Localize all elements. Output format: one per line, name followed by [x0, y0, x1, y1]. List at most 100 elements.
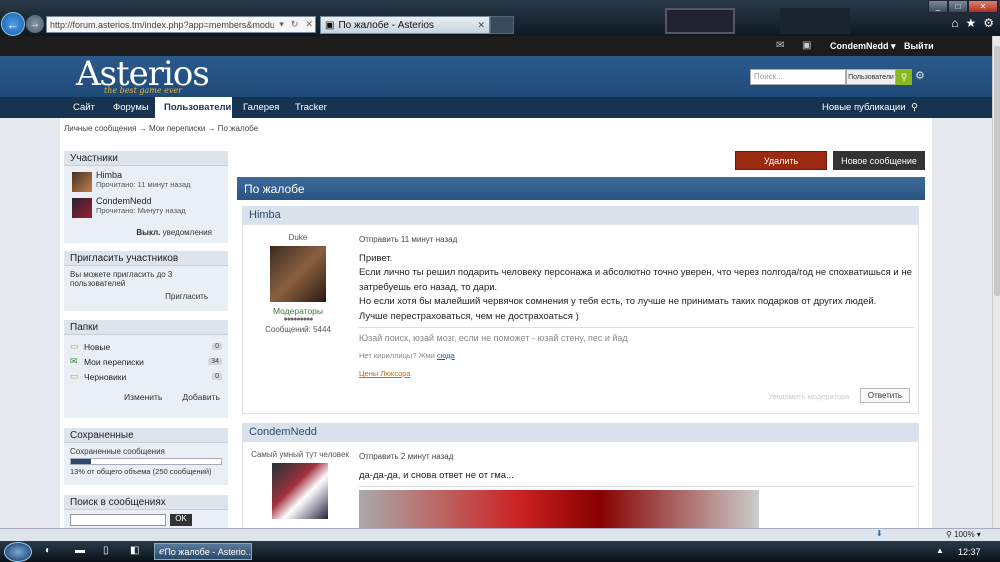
breadcrumb-item: По жалобе	[217, 124, 259, 133]
storage-progress-bar	[70, 458, 222, 465]
nav-tracker[interactable]: Tracker	[286, 97, 336, 118]
conversation-title: По жалобе	[237, 177, 925, 200]
search-input[interactable]: Поиск...	[750, 69, 846, 85]
search-options-gear-icon[interactable]: ⚙	[915, 69, 925, 82]
page-scrollbar[interactable]	[992, 36, 1000, 528]
download-icon[interactable]: ⬇	[876, 529, 883, 538]
pinned-app-icon[interactable]: ◐	[45, 545, 51, 556]
reply-button[interactable]: Ответить	[860, 388, 910, 403]
nav-users[interactable]: Пользователи	[155, 97, 232, 118]
message-search-input[interactable]	[70, 514, 166, 526]
author-avatar[interactable]	[272, 463, 328, 519]
user-menu[interactable]: CondemNedd ▾	[830, 41, 896, 52]
main-nav: Сайт Форумы Пользователи Галерея Tracker…	[0, 97, 992, 118]
new-message-button[interactable]: Новое сообщение	[833, 151, 925, 170]
maximize-icon[interactable]: □	[948, 0, 968, 13]
signature-text: Нет кириллицы? Жми	[359, 350, 437, 360]
participant-status: Прочитано: Минуту назад	[96, 206, 186, 215]
add-folder-button[interactable]: Добавить	[182, 392, 220, 402]
background-thumbnail	[665, 8, 735, 34]
folder-count: 34	[208, 358, 222, 365]
folders-panel: Папки ▭ Новые 0 ✉ Мои переписки 34 ▭ Черновик…	[64, 320, 228, 418]
folder-name: Новые	[84, 341, 111, 352]
report-link[interactable]: Уведомить модератора	[768, 392, 849, 401]
tools-gear-icon[interactable]: ⚙	[983, 16, 994, 30]
inbox-icon[interactable]: ✉	[776, 40, 784, 51]
embedded-image	[359, 490, 759, 528]
minimize-icon[interactable]: _	[928, 0, 948, 13]
post: Самый умный тут человек Отправить 2 мину…	[242, 441, 919, 528]
signature-line: Юзай поиск, юзай мозг, если не поможет -…	[359, 327, 914, 346]
browser-tab[interactable]: ▣ По жалобе - Asterios ✕	[320, 16, 490, 34]
message-search-button[interactable]: OK	[170, 514, 192, 526]
saved-panel: Сохраненные Сохраненные сообщения 13% от…	[64, 428, 228, 485]
search-icon[interactable]: ⚲	[896, 69, 912, 85]
participant-item[interactable]: Himba Прочитано: 11 минут назад	[70, 170, 222, 194]
participant-name[interactable]: CondemNedd	[96, 196, 222, 206]
nav-site[interactable]: Сайт	[64, 97, 104, 118]
taskbar-window-title: По жалобе - Asterio...	[164, 546, 252, 557]
folder-icon: ▭	[70, 341, 79, 351]
refresh-icon[interactable]: ↻	[289, 19, 301, 30]
close-window-icon[interactable]: ✕	[968, 0, 998, 13]
folder-item-drafts[interactable]: ▭ Черновики 0	[70, 369, 222, 384]
arrow-right-icon: →	[207, 124, 218, 133]
pinned-app-icon[interactable]: ◧	[130, 545, 139, 556]
taskbar-window-button[interactable]: ℯ По жалобе - Asterio...	[154, 543, 252, 560]
notifications-toggle[interactable]: Выкл. уведомления	[70, 228, 222, 237]
user-title: Duke	[288, 233, 308, 242]
url-text[interactable]: http://forum.asterios.tm/index.php?app=m…	[50, 20, 274, 30]
nav-forums[interactable]: Форумы	[104, 97, 158, 118]
panel-title: Папки	[64, 320, 228, 335]
breadcrumb-item[interactable]: Мои переписки	[149, 124, 205, 133]
signature-link-prices[interactable]: Цены Люксора	[359, 367, 914, 382]
address-bar[interactable]: http://forum.asterios.tm/index.php?app=m…	[46, 16, 316, 33]
post-content: Отправить 11 минут назад Привет. Если ли…	[359, 233, 914, 382]
edit-folders-button[interactable]: Изменить	[124, 392, 162, 402]
saved-label: Сохраненные сообщения	[70, 447, 165, 456]
dropdown-icon[interactable]: ▾	[277, 19, 286, 30]
avatar[interactable]	[72, 172, 92, 192]
post-author-header[interactable]: Himba	[242, 206, 919, 224]
breadcrumb-item[interactable]: Личные сообщения	[64, 124, 136, 133]
location-pin-icon[interactable]: ⚲	[902, 97, 927, 118]
folder-item-my-conversations[interactable]: ✉ Мои переписки 34	[70, 354, 222, 369]
background-thumbnail	[780, 8, 850, 34]
notify-state: Выкл.	[136, 228, 161, 237]
participant-name[interactable]: Himba	[96, 170, 222, 180]
new-tab-button[interactable]	[490, 16, 514, 34]
pinned-app-icon[interactable]: ▬	[75, 545, 85, 556]
tray-arrow-icon[interactable]: ▲	[936, 546, 944, 555]
panel-title: Поиск в сообщениях	[64, 495, 228, 510]
favorites-star-icon[interactable]: ★	[965, 16, 976, 30]
back-button[interactable]: ←	[1, 12, 25, 36]
invite-button[interactable]: Пригласить	[70, 292, 222, 301]
signature-link[interactable]: сюда	[437, 351, 455, 360]
folder-item-new[interactable]: ▭ Новые 0	[70, 339, 222, 354]
mail-folder-icon: ✉	[70, 356, 78, 366]
invite-text: Вы можете пригласить до 3 пользователей	[70, 270, 173, 288]
participant-item[interactable]: CondemNedd Прочитано: Минуту назад	[70, 196, 222, 220]
post-author-header[interactable]: CondemNedd	[242, 423, 919, 441]
post: Duke Модераторы ●●●●●●●●● Сообщений: 544…	[242, 224, 919, 414]
profile-icon[interactable]: ▣	[802, 40, 811, 51]
pinned-app-icon[interactable]: ▯	[103, 545, 109, 556]
home-icon[interactable]: ⌂	[951, 16, 958, 30]
folder-icon: ▭	[70, 371, 79, 381]
author-avatar[interactable]	[270, 246, 326, 302]
logout-link[interactable]: Выйти	[904, 41, 934, 51]
stop-icon[interactable]: ✕	[303, 19, 315, 30]
forward-button[interactable]: →	[26, 15, 44, 33]
close-tab-icon[interactable]: ✕	[477, 20, 485, 31]
zoom-level[interactable]: ⚲ 100% ▾	[946, 530, 981, 539]
search-scope-select[interactable]: Пользователи	[846, 69, 896, 85]
post-line: Но если хотя бы малейший червячок сомнен…	[359, 296, 877, 307]
scrollbar-thumb[interactable]	[994, 46, 1000, 296]
nav-new-content[interactable]: Новые публикации	[813, 97, 915, 118]
clock: 12:37	[958, 547, 981, 557]
participants-panel: Участники Himba Прочитано: 11 минут наза…	[64, 151, 228, 243]
avatar[interactable]	[72, 198, 92, 218]
nav-gallery[interactable]: Галерея	[234, 97, 288, 118]
delete-button[interactable]: Удалить	[735, 151, 827, 170]
start-button[interactable]	[4, 542, 32, 562]
